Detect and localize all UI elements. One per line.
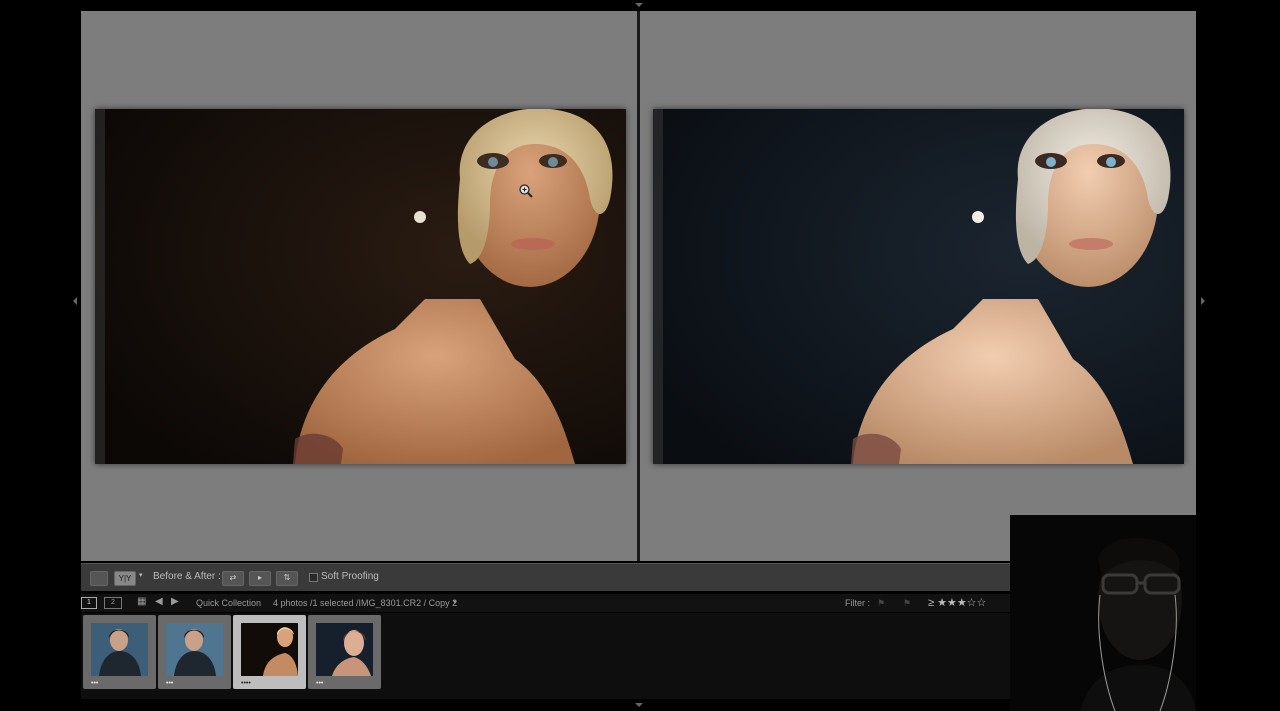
thumbnail-rating: ••• bbox=[166, 680, 174, 687]
thumbnail-4[interactable]: ••• bbox=[308, 615, 381, 689]
rating-filter[interactable]: ≥ ★★★☆☆ bbox=[928, 596, 986, 609]
zoom-cursor-icon bbox=[519, 184, 533, 198]
webcam-overlay bbox=[1010, 515, 1196, 711]
before-after-label: Before & After : bbox=[153, 571, 221, 582]
info-dropdown-icon[interactable]: ▾ bbox=[453, 598, 457, 606]
forward-arrow-icon[interactable]: ▶ bbox=[171, 596, 179, 607]
thumbnail-image bbox=[166, 623, 223, 676]
right-panel-toggle-icon[interactable] bbox=[1201, 297, 1205, 305]
bottom-panel-toggle-icon[interactable] bbox=[635, 703, 643, 707]
before-photo[interactable] bbox=[95, 109, 626, 464]
copy-before-to-after-button[interactable]: ⇄ bbox=[222, 571, 244, 586]
thumbnail-image bbox=[316, 623, 373, 676]
before-after-view-button[interactable]: Y|Y bbox=[114, 571, 136, 586]
filmstrip-header: 1 2 ▦ ◀ ▶ Quick Collection 4 photos /1 s… bbox=[81, 594, 1011, 612]
left-panel-toggle-icon[interactable] bbox=[73, 297, 77, 305]
view-dropdown-icon[interactable]: ▾ bbox=[139, 571, 143, 579]
copy-after-to-before-button[interactable]: ▸ bbox=[249, 571, 271, 586]
filmstrip: ••• ••• •••• ••• bbox=[81, 613, 1011, 699]
soft-proofing-checkbox[interactable] bbox=[309, 573, 318, 582]
thumbnail-image bbox=[241, 623, 298, 676]
thumbnail-2[interactable]: ••• bbox=[158, 615, 231, 689]
after-photo[interactable] bbox=[653, 109, 1184, 464]
flag-filter-icon[interactable]: ⚑ bbox=[877, 598, 885, 609]
selection-info[interactable]: 4 photos /1 selected /IMG_8301.CR2 / Cop… bbox=[273, 598, 457, 608]
filter-label: Filter : bbox=[845, 598, 871, 608]
window-1-button[interactable]: 1 bbox=[81, 597, 97, 609]
flag-filter-2-icon[interactable]: ⚑ bbox=[903, 598, 911, 609]
soft-proofing-label: Soft Proofing bbox=[321, 571, 379, 582]
back-arrow-icon[interactable]: ◀ bbox=[155, 596, 163, 607]
thumbnail-rating: •••• bbox=[241, 680, 251, 687]
toolbar: Y|Y ▾ Before & After : ⇄ ▸ ⇅ Soft Proofi… bbox=[81, 563, 1011, 591]
window-2-button[interactable]: 2 bbox=[104, 597, 122, 609]
before-after-divider bbox=[637, 11, 640, 561]
loupe-view-button[interactable] bbox=[90, 571, 108, 586]
thumbnail-3[interactable]: •••• bbox=[233, 615, 306, 689]
thumbnail-rating: ••• bbox=[316, 680, 324, 687]
thumbnail-rating: ••• bbox=[91, 680, 99, 687]
swap-before-after-button[interactable]: ⇅ bbox=[276, 571, 298, 586]
thumbnail-image bbox=[91, 623, 148, 676]
thumbnail-1[interactable]: ••• bbox=[83, 615, 156, 689]
grid-view-icon[interactable]: ▦ bbox=[137, 596, 146, 607]
source-label[interactable]: Quick Collection bbox=[196, 598, 261, 608]
top-panel-toggle-icon[interactable] bbox=[635, 3, 643, 7]
